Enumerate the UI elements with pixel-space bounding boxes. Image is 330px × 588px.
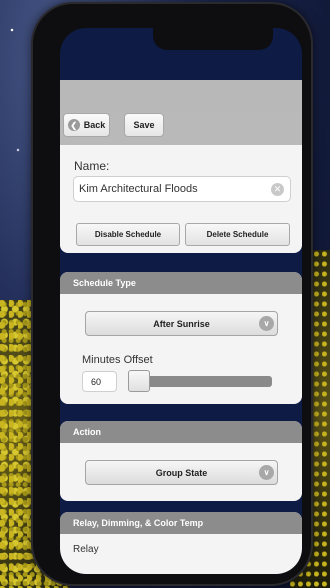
delete-schedule-label: Delete Schedule <box>206 230 269 239</box>
action-value: Group State <box>155 467 208 478</box>
schedule-type-header: Schedule Type <box>60 272 302 294</box>
relay-section: Relay, Dimming, & Color Temp Relay <box>60 512 302 574</box>
action-header: Action <box>60 421 302 443</box>
toolbar: ❮ Back Save <box>60 111 302 146</box>
action-section: Action Group State ∨ <box>60 421 302 501</box>
name-label: Name: <box>74 159 110 173</box>
minutes-offset-input[interactable]: 60 <box>82 371 117 392</box>
name-panel: Name: Kim Architectural Floods ✕ Disable… <box>60 145 302 253</box>
name-input-value: Kim Architectural Floods <box>79 183 198 195</box>
back-button[interactable]: ❮ Back <box>63 113 110 137</box>
chevron-down-icon: ∨ <box>259 316 274 331</box>
back-button-label: Back <box>83 120 106 130</box>
name-input[interactable]: Kim Architectural Floods ✕ <box>73 176 291 202</box>
minutes-offset-slider-thumb[interactable] <box>128 370 150 392</box>
relay-label: Relay <box>73 544 99 555</box>
clear-x-icon[interactable]: ✕ <box>271 183 284 196</box>
relay-header: Relay, Dimming, & Color Temp <box>60 512 302 534</box>
schedule-type-section: Schedule Type After Sunrise ∨ Minutes Of… <box>60 272 302 404</box>
minutes-offset-value: 60 <box>91 377 102 387</box>
save-button-label: Save <box>133 120 155 130</box>
schedule-type-select[interactable]: After Sunrise ∨ <box>85 311 278 336</box>
phone-screen: ❮ Back Save Name: Kim Architectural Floo… <box>60 28 302 574</box>
schedule-type-value: After Sunrise <box>153 318 210 329</box>
chevron-down-icon: ∨ <box>259 465 274 480</box>
minutes-offset-label: Minutes Offset <box>82 354 153 366</box>
save-button[interactable]: Save <box>124 113 164 137</box>
app-content: ❮ Back Save Name: Kim Architectural Floo… <box>60 28 302 574</box>
delete-schedule-button[interactable]: Delete Schedule <box>185 223 290 246</box>
app-top-bar <box>60 80 302 111</box>
phone-notch <box>153 28 273 50</box>
action-select[interactable]: Group State ∨ <box>85 460 278 485</box>
disable-schedule-button[interactable]: Disable Schedule <box>76 223 180 246</box>
back-arrow-icon: ❮ <box>67 119 80 131</box>
disable-schedule-label: Disable Schedule <box>94 230 162 239</box>
